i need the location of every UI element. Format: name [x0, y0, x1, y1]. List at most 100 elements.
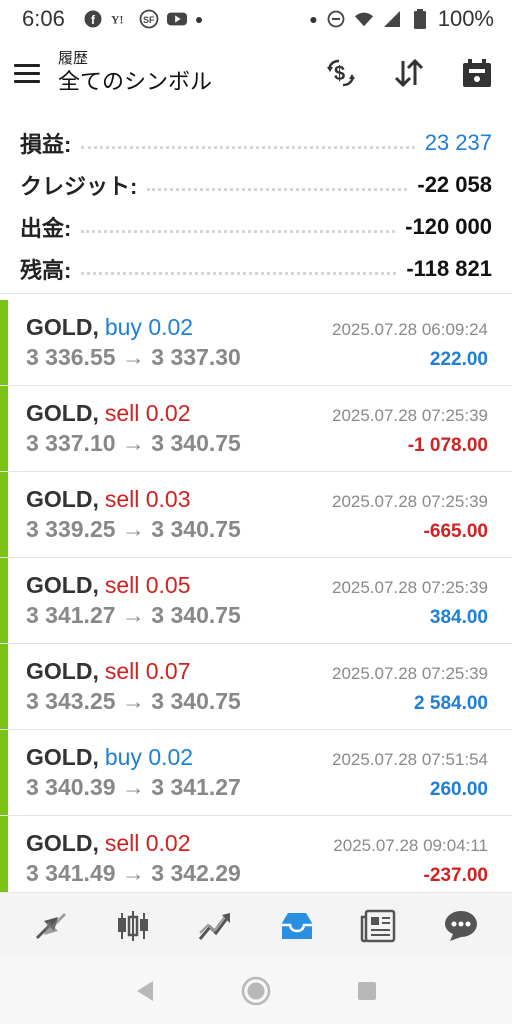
facebook-icon: f	[83, 9, 103, 29]
deal-side-volume: buy 0.02	[104, 314, 194, 340]
deal-symbol-block: GOLD, sell 0.02	[26, 400, 191, 427]
menu-bar	[14, 79, 40, 83]
notification-dot-icon: ●	[309, 11, 318, 27]
symbol-filter[interactable]: 全てのシンボル	[58, 68, 324, 96]
yahoo-icon: Y!	[111, 9, 131, 29]
deal-symbol-block: GOLD, sell 0.02	[26, 830, 191, 857]
deal-row[interactable]: GOLD, sell 0.07 2025.07.28 07:25:39 3 343.2…	[0, 644, 512, 730]
battery-icon	[410, 9, 430, 29]
nav-history[interactable]	[274, 903, 320, 949]
deal-details: 3 337.10 → 3 340.75 -1 078.00	[26, 430, 488, 460]
status-bar: 6:06 f Y! SF ● ● 100%	[0, 0, 512, 38]
deal-row[interactable]: GOLD, sell 0.03 2025.07.28 07:25:39 3 339.2…	[0, 472, 512, 558]
deal-time: 2025.07.28 07:51:54	[332, 750, 488, 769]
bottom-navigation	[0, 892, 512, 958]
deal-profit: -237.00	[423, 865, 488, 886]
wifi-icon	[354, 9, 374, 29]
menu-bar	[14, 71, 40, 75]
deal-prices: 3 341.49 → 3 342.29	[26, 860, 241, 886]
deal-row[interactable]: GOLD, buy 0.02 2025.07.28 07:51:54 3 340.39…	[0, 730, 512, 816]
sort-arrows-icon	[394, 58, 424, 88]
status-left: 6:06 f Y! SF ●	[22, 6, 203, 32]
svg-text:Y!: Y!	[111, 13, 123, 27]
deal-row[interactable]: GOLD, sell 0.02 2025.07.28 07:25:39 3 337.1…	[0, 386, 512, 472]
deal-time: 2025.07.28 07:25:39	[332, 578, 488, 597]
deal-symbol: GOLD	[26, 830, 93, 856]
deal-separator: ,	[92, 658, 99, 684]
deal-header: GOLD, sell 0.07 2025.07.28 07:25:39	[26, 658, 488, 688]
calendar-icon	[463, 59, 491, 87]
summary-row: クレジット: -22 058	[20, 164, 492, 206]
app-bar-actions: $	[324, 56, 494, 90]
deal-side-volume: buy 0.02	[104, 744, 194, 770]
status-time: 6:06	[22, 6, 65, 31]
deal-details: 3 343.25 → 3 340.75 2 584.00	[26, 688, 488, 718]
deal-separator: ,	[92, 486, 99, 512]
deal-row[interactable]: GOLD, sell 0.05 2025.07.28 07:25:39 3 341.2…	[0, 558, 512, 644]
notification-dot-icon: ●	[194, 11, 204, 27]
page-title: 履歴	[58, 50, 89, 67]
deal-prices: 3 337.10 → 3 340.75	[26, 430, 241, 456]
menu-button[interactable]	[14, 58, 44, 88]
deal-prices: 3 341.27 → 3 340.75	[26, 602, 241, 628]
summary-label: 残高:	[20, 258, 72, 283]
nav-chart[interactable]	[110, 903, 156, 949]
deal-profit: 260.00	[429, 779, 488, 800]
deal-separator: ,	[92, 400, 99, 426]
deal-symbol-block: GOLD, buy 0.02	[26, 314, 193, 341]
deal-time: 2025.07.28 07:25:39	[332, 406, 488, 425]
calendar-period-button[interactable]	[460, 56, 494, 90]
signal-icon	[382, 9, 402, 29]
deal-profit: 2 584.00	[414, 693, 488, 714]
deal-side-volume: sell 0.02	[104, 830, 191, 856]
menu-bar	[14, 63, 40, 67]
title-block: 履歴 全てのシンボル	[58, 50, 324, 96]
battery-percent: 100%	[437, 6, 494, 31]
trade-trend-icon	[198, 912, 230, 940]
deal-symbol-block: GOLD, sell 0.05	[26, 572, 191, 599]
deal-time: 2025.07.28 09:04:11	[333, 836, 488, 855]
dotted-leader	[81, 145, 415, 149]
deal-row[interactable]: GOLD, buy 0.02 2025.07.28 06:09:24 3 336.55…	[0, 300, 512, 386]
summary-value: -118 821	[406, 256, 492, 281]
summary-value: 23 237	[424, 130, 492, 155]
newspaper-icon	[360, 909, 396, 942]
deal-separator: ,	[92, 744, 99, 770]
deal-profit: 384.00	[429, 607, 488, 628]
deal-separator: ,	[92, 314, 99, 340]
deal-row[interactable]: GOLD, sell 0.02 2025.07.28 09:04:11 3 341.4…	[0, 816, 512, 892]
deal-details: 3 340.39 → 3 341.27 260.00	[26, 774, 488, 804]
deal-symbol: GOLD	[26, 744, 93, 770]
nav-trade[interactable]	[192, 903, 238, 949]
deal-prices: 3 336.55 → 3 337.30	[26, 344, 241, 370]
deal-header: GOLD, sell 0.02 2025.07.28 07:25:39	[26, 400, 488, 430]
deal-prices: 3 339.25 → 3 340.75	[26, 516, 241, 542]
deal-time: 2025.07.28 07:25:39	[332, 492, 488, 511]
recents-button[interactable]	[347, 971, 387, 1011]
back-button[interactable]	[125, 971, 165, 1011]
summary-value: -120 000	[405, 214, 492, 239]
home-button[interactable]	[236, 971, 276, 1011]
system-navigation	[0, 958, 512, 1024]
deal-profit: -665.00	[423, 521, 488, 542]
sort-button[interactable]	[392, 56, 426, 90]
youtube-icon	[166, 9, 187, 29]
dollar-exchange-icon: $	[327, 59, 355, 87]
summary-row: 残高: -118 821	[20, 248, 492, 290]
deal-header: GOLD, sell 0.03 2025.07.28 07:25:39	[26, 486, 488, 516]
deal-prices: 3 340.39 → 3 341.27	[26, 774, 241, 800]
app-bar: 履歴 全てのシンボル $	[0, 38, 512, 108]
nav-chat[interactable]	[438, 903, 484, 949]
summary-label: クレジット:	[20, 174, 138, 199]
balance-operations-button[interactable]: $	[324, 56, 358, 90]
dotted-leader	[147, 187, 408, 191]
deal-symbol: GOLD	[26, 314, 93, 340]
deal-profit: 222.00	[429, 349, 488, 370]
deal-symbol: GOLD	[26, 400, 93, 426]
dotted-leader	[81, 271, 397, 275]
nav-quotes[interactable]	[28, 903, 74, 949]
deal-list[interactable]: GOLD, buy 0.02 2025.07.28 06:09:24 3 336.55…	[0, 300, 512, 892]
history-inbox-icon	[282, 912, 312, 939]
summary-label: 出金:	[20, 216, 72, 241]
nav-news[interactable]	[356, 903, 402, 949]
